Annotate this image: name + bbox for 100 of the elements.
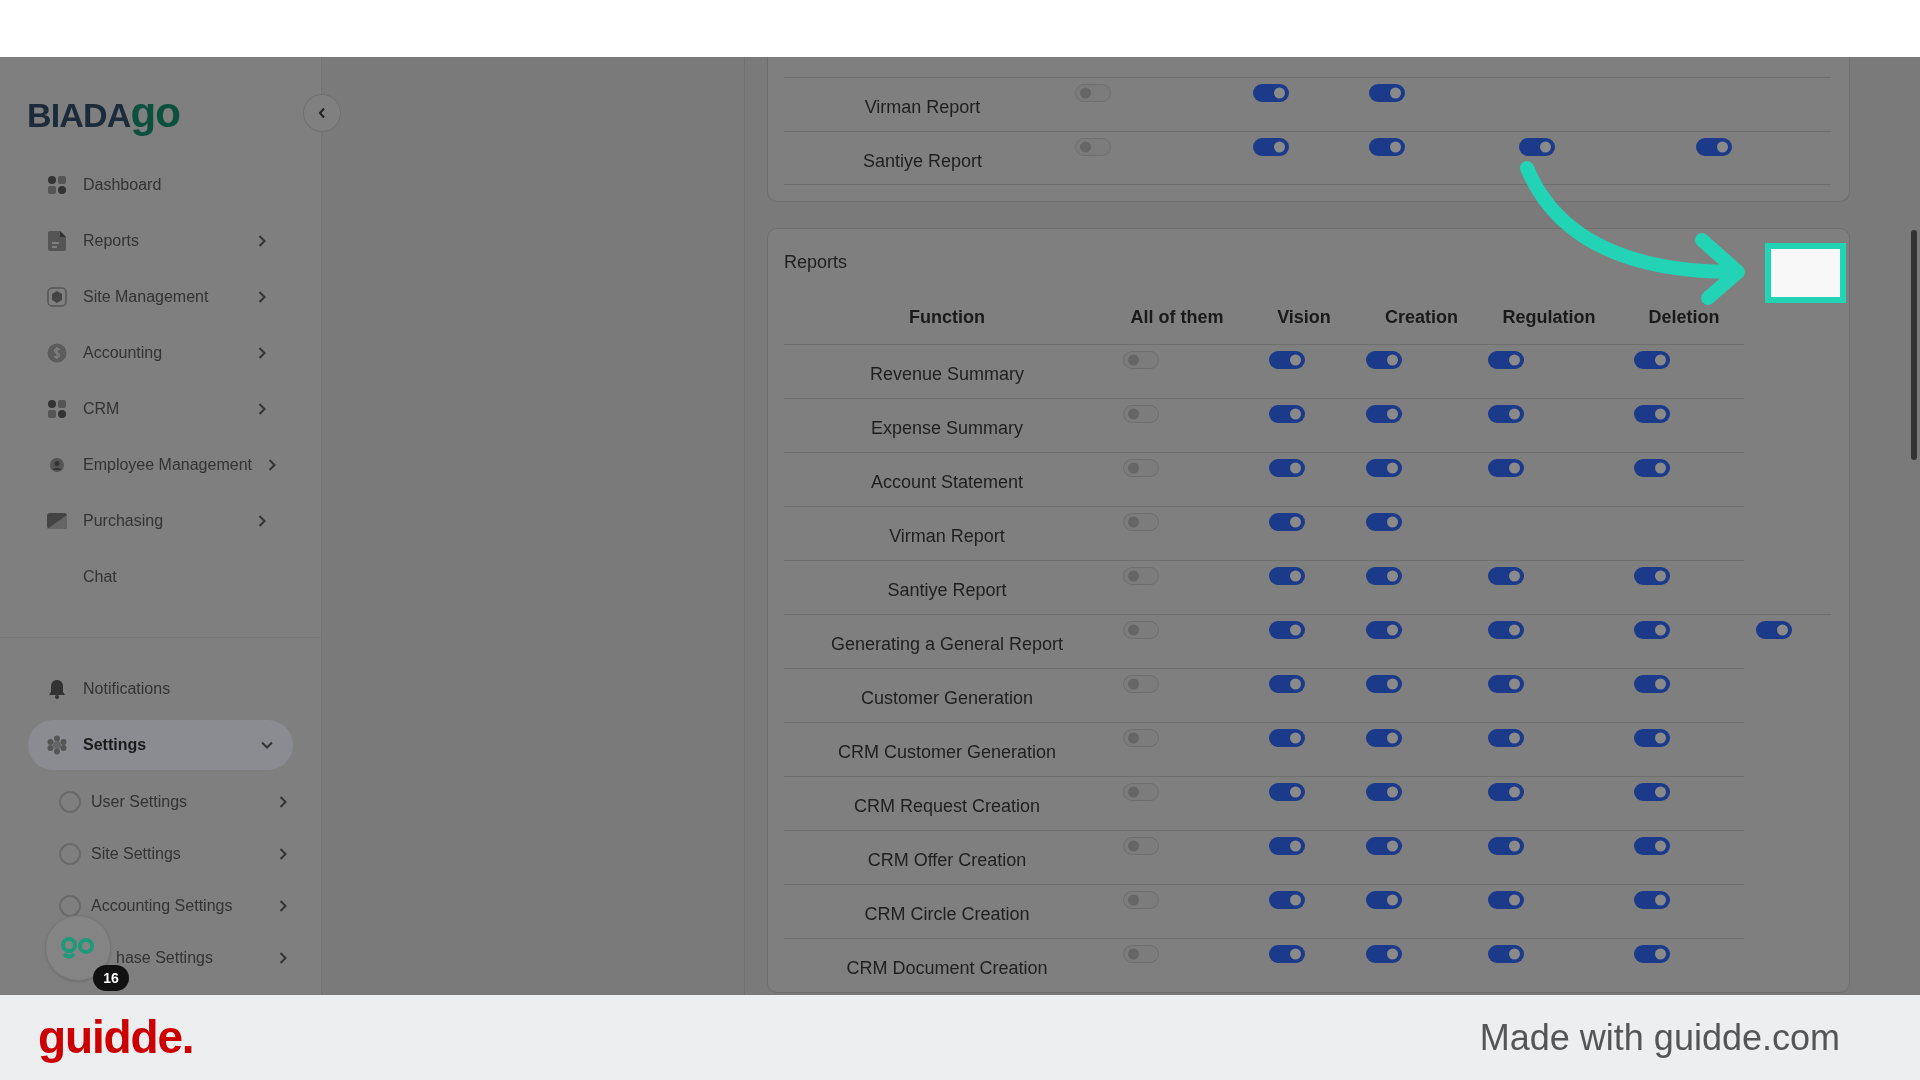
toggle-switch[interactable] xyxy=(1519,138,1555,156)
toggle-switch[interactable] xyxy=(1488,837,1524,855)
toggle-switch[interactable] xyxy=(1366,783,1402,801)
sidebar-item[interactable]: Settings xyxy=(28,720,293,770)
toggle-switch[interactable] xyxy=(1253,84,1289,102)
toggle-switch[interactable] xyxy=(1366,945,1402,963)
toggle-switch[interactable] xyxy=(1123,837,1159,855)
function-name: Expense Summary xyxy=(869,417,1025,440)
card-title: Reports xyxy=(784,251,848,274)
toggle-switch[interactable] xyxy=(1634,621,1670,639)
toggle-switch[interactable] xyxy=(1488,945,1524,963)
toggle-switch[interactable] xyxy=(1634,567,1670,585)
function-name: Customer Generation xyxy=(859,687,1035,710)
toggle-switch[interactable] xyxy=(1123,891,1159,909)
toggle-switch[interactable] xyxy=(1269,675,1305,693)
toggle-switch[interactable] xyxy=(1269,567,1305,585)
chevron-right-icon xyxy=(279,796,287,808)
chevron-right-icon xyxy=(258,403,266,415)
toggle-switch[interactable] xyxy=(1366,459,1402,477)
toggle-switch[interactable] xyxy=(1269,459,1305,477)
toggle-switch[interactable] xyxy=(1075,84,1111,102)
toggle-switch[interactable] xyxy=(1488,675,1524,693)
toggle-switch[interactable] xyxy=(1269,783,1305,801)
toggle-switch[interactable] xyxy=(1269,405,1305,423)
toggle-switch[interactable] xyxy=(1634,459,1670,477)
toggle-switch[interactable] xyxy=(1369,84,1405,102)
settings-subitem[interactable]: Site Settings xyxy=(91,842,181,866)
chevron-right-icon xyxy=(268,459,276,471)
bell-icon xyxy=(48,679,66,699)
sidebar-item[interactable]: Dashboard xyxy=(0,157,321,213)
toggle-switch[interactable] xyxy=(1269,621,1305,639)
toggle-switch[interactable] xyxy=(1366,891,1402,909)
toggle-switch[interactable] xyxy=(1634,729,1670,747)
toggle-switch[interactable] xyxy=(1123,405,1159,423)
toggle-switch[interactable] xyxy=(1075,138,1111,156)
function-name: CRM Document Creation xyxy=(845,957,1049,980)
toggle-switch[interactable] xyxy=(1634,783,1670,801)
sidebar-item[interactable]: CRM xyxy=(0,381,321,437)
toggle-switch[interactable] xyxy=(1269,513,1305,531)
sidebar-item[interactable]: Employee Management xyxy=(0,437,321,493)
toggle-switch[interactable] xyxy=(1366,567,1402,585)
toggle-switch[interactable] xyxy=(1123,351,1159,369)
toggle-switch[interactable] xyxy=(1634,891,1670,909)
sidebar-item[interactable]: Notifications xyxy=(28,664,293,714)
toggle-switch[interactable] xyxy=(1488,405,1524,423)
toggle-switch[interactable] xyxy=(1634,675,1670,693)
scrollbar[interactable] xyxy=(1911,230,1917,460)
toggle-switch[interactable] xyxy=(1366,729,1402,747)
toggle-switch[interactable] xyxy=(1123,621,1159,639)
toggle-switch[interactable] xyxy=(1488,459,1524,477)
chevron-right-icon xyxy=(258,235,266,247)
document-icon xyxy=(48,231,66,251)
toggle-switch[interactable] xyxy=(1488,621,1524,639)
toggle-switch[interactable] xyxy=(1269,351,1305,369)
toggle-switch[interactable] xyxy=(1634,837,1670,855)
function-name: Generating a General Report xyxy=(829,633,1065,656)
sidebar-item[interactable]: Site Management xyxy=(0,269,321,325)
function-name: CRM Customer Generation xyxy=(836,741,1058,764)
toggle-switch[interactable] xyxy=(1488,351,1524,369)
sidebar-item[interactable]: Chat xyxy=(0,549,321,605)
toggle-switch[interactable] xyxy=(1488,729,1524,747)
settings-subitem[interactable]: Accounting Settings xyxy=(91,894,233,918)
toggle-switch[interactable] xyxy=(1756,621,1792,639)
toggle-switch[interactable] xyxy=(1366,621,1402,639)
toggle-switch[interactable] xyxy=(1366,675,1402,693)
toggle-switch[interactable] xyxy=(1253,138,1289,156)
toggle-switch[interactable] xyxy=(1696,138,1732,156)
toggle-switch[interactable] xyxy=(1366,351,1402,369)
chevron-right-icon xyxy=(258,347,266,359)
toggle-switch[interactable] xyxy=(1269,891,1305,909)
toggle-switch[interactable] xyxy=(1488,891,1524,909)
column-header: Regulation xyxy=(1501,305,1597,329)
toggle-switch[interactable] xyxy=(1123,459,1159,477)
column-header: Function xyxy=(908,305,986,329)
toggle-switch[interactable] xyxy=(1123,513,1159,531)
toggle-switch[interactable] xyxy=(1366,837,1402,855)
settings-subitem[interactable]: User Settings xyxy=(91,790,188,814)
toggle-switch[interactable] xyxy=(1123,783,1159,801)
toggle-switch[interactable] xyxy=(1634,945,1670,963)
sidebar-item[interactable]: Accounting xyxy=(0,325,321,381)
chat-logo-icon xyxy=(60,936,96,960)
function-name: Santiye Report xyxy=(886,579,1008,602)
toggle-switch[interactable] xyxy=(1269,945,1305,963)
toggle-switch[interactable] xyxy=(1369,138,1405,156)
toggle-switch[interactable] xyxy=(1123,567,1159,585)
function-name: Virman Report xyxy=(863,96,982,119)
toggle-switch[interactable] xyxy=(1488,567,1524,585)
toggle-switch[interactable] xyxy=(1634,351,1670,369)
toggle-switch[interactable] xyxy=(1488,783,1524,801)
toggle-switch[interactable] xyxy=(1123,729,1159,747)
chevron-right-icon xyxy=(279,952,287,964)
sidebar-item[interactable]: Purchasing xyxy=(0,493,321,549)
toggle-switch[interactable] xyxy=(1123,945,1159,963)
toggle-switch[interactable] xyxy=(1269,729,1305,747)
toggle-switch[interactable] xyxy=(1366,513,1402,531)
toggle-switch[interactable] xyxy=(1123,675,1159,693)
toggle-switch[interactable] xyxy=(1634,405,1670,423)
sidebar-item[interactable]: Reports xyxy=(0,213,321,269)
toggle-switch[interactable] xyxy=(1366,405,1402,423)
toggle-switch[interactable] xyxy=(1269,837,1305,855)
